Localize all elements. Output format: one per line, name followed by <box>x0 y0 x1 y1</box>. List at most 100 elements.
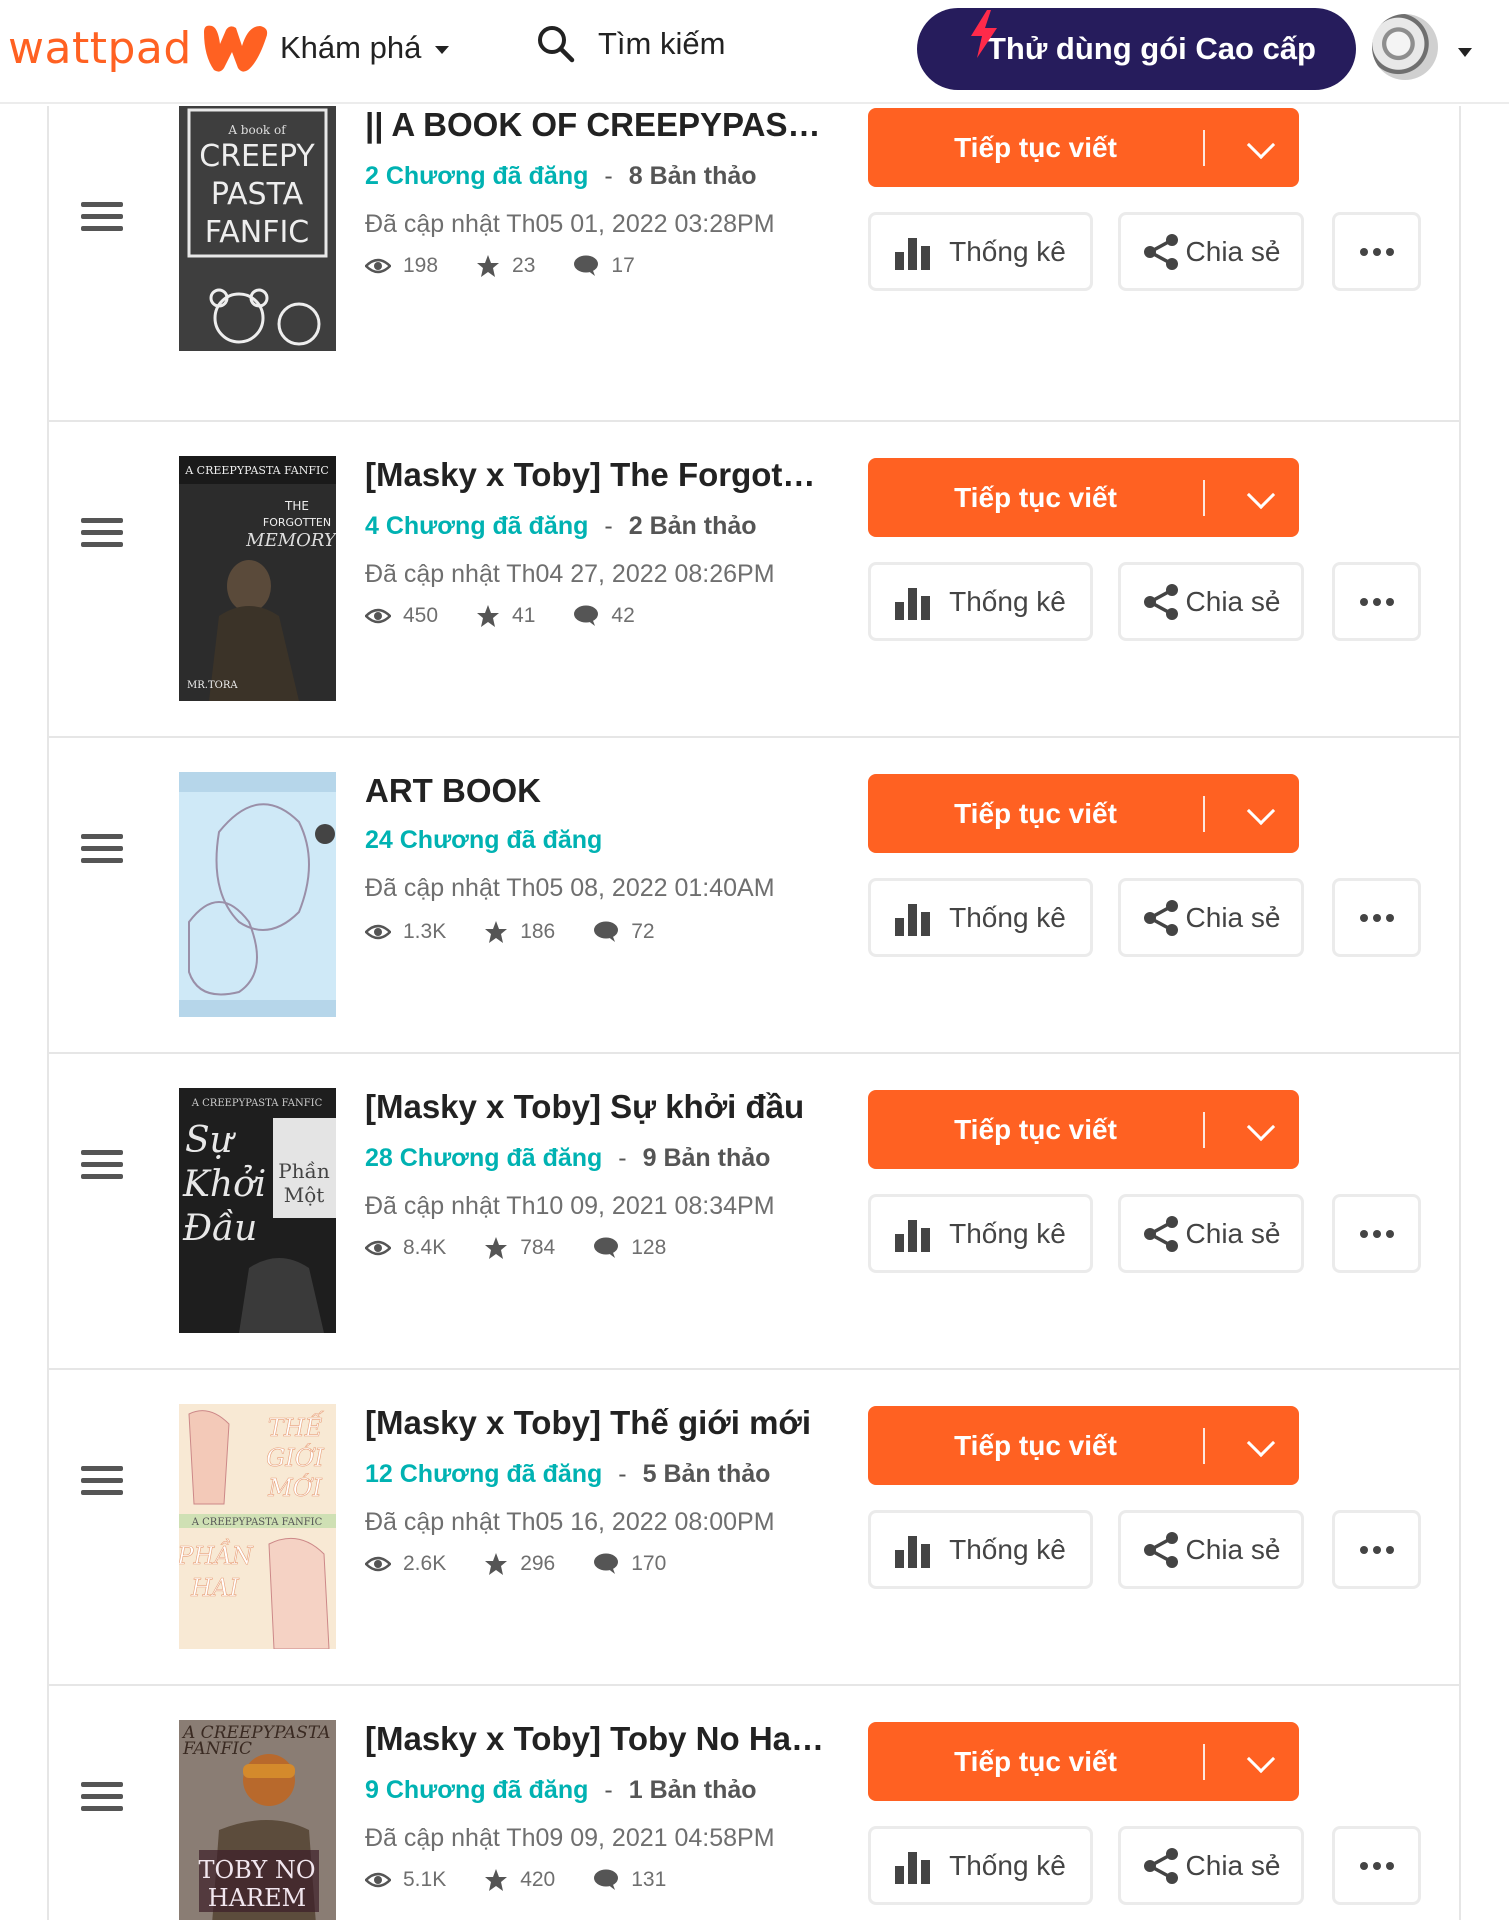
story-cover[interactable]: A CREEPYPASTA FANFIC Sự Khởi Đầu Phần Mộ… <box>179 1088 336 1333</box>
continue-writing-button[interactable]: Tiếp tục viết <box>868 1090 1299 1169</box>
my-stories-list: A book of CREEPY PASTA FANFIC || A BOOK … <box>47 106 1461 1920</box>
comments-stat: 42 <box>573 604 635 628</box>
share-button[interactable]: Chia sẻ <box>1118 562 1304 641</box>
stats-button[interactable]: Thống kê <box>868 1510 1093 1589</box>
story-title[interactable]: [Masky x Toby] Thế giới mới <box>365 1404 825 1442</box>
story-title[interactable]: ART BOOK <box>365 772 825 810</box>
comments-stat: 17 <box>573 254 635 278</box>
parts-line: 2 Chương đã đăng - 8 Bản thảo <box>365 162 757 191</box>
published-count: 9 Chương đã đăng <box>365 1776 589 1804</box>
story-title[interactable]: [Masky x Toby] Toby No Harem <box>365 1720 825 1758</box>
comments-stat: 72 <box>593 920 655 944</box>
story-stats: 198 23 17 <box>365 254 635 278</box>
more-options-button[interactable] <box>1332 1826 1421 1905</box>
stats-label: Thống kê <box>949 901 1066 933</box>
published-count: 4 Chương đã đăng <box>365 512 589 540</box>
story-stats: 1.3K 186 72 <box>365 920 655 944</box>
discover-menu[interactable]: Khám phá <box>280 30 450 66</box>
svg-text:HAI: HAI <box>190 1574 239 1602</box>
comment-icon <box>594 1869 619 1890</box>
more-options-button[interactable] <box>1332 878 1421 957</box>
story-cover[interactable]: A CREEPYPASTA FANFIC THE FORGOTTEN MEMOR… <box>179 456 336 701</box>
share-button[interactable]: Chia sẻ <box>1118 1194 1304 1273</box>
continue-writing-button[interactable]: Tiếp tục viết <box>868 774 1299 853</box>
more-dots-icon <box>1359 247 1368 256</box>
more-options-button[interactable] <box>1332 1194 1421 1273</box>
more-dots-icon <box>1359 1545 1368 1554</box>
share-button[interactable]: Chia sẻ <box>1118 1826 1304 1905</box>
eye-icon <box>365 1872 391 1888</box>
story-title[interactable]: [Masky x Toby] Sự khởi đầu <box>365 1088 825 1126</box>
share-button[interactable]: Chia sẻ <box>1118 878 1304 957</box>
separator-dash: - <box>604 1776 613 1804</box>
parts-line: 9 Chương đã đăng - 1 Bản thảo <box>365 1776 757 1805</box>
drag-handle-icon[interactable] <box>81 834 123 864</box>
avatar[interactable] <box>1372 14 1438 80</box>
stats-button[interactable]: Thống kê <box>868 878 1093 957</box>
svg-text:FORGOTTEN: FORGOTTEN <box>263 516 331 529</box>
reads-stat: 1.3K <box>365 920 446 944</box>
story-cover[interactable]: A book of CREEPY PASTA FANFIC <box>179 106 336 351</box>
drag-handle-icon[interactable] <box>81 518 123 548</box>
published-count: 2 Chương đã đăng <box>365 162 589 190</box>
story-cover[interactable] <box>179 772 336 1017</box>
svg-text:A CREEPYPASTA FANFIC: A CREEPYPASTA FANFIC <box>184 464 329 477</box>
reads-stat: 450 <box>365 604 438 628</box>
search-field[interactable]: Tìm kiếm <box>536 24 725 64</box>
votes-count: 23 <box>512 254 536 277</box>
more-options-button[interactable] <box>1332 212 1421 291</box>
continue-writing-button[interactable]: Tiếp tục viết <box>868 1406 1299 1485</box>
votes-stat: 784 <box>484 1236 555 1260</box>
stats-button[interactable]: Thống kê <box>868 212 1093 291</box>
profile-chevron-down-icon[interactable] <box>1458 48 1472 57</box>
comments-count: 72 <box>631 920 655 943</box>
continue-writing-button[interactable]: Tiếp tục viết <box>868 1722 1299 1801</box>
parts-line: 12 Chương đã đăng - 5 Bản thảo <box>365 1460 770 1489</box>
chevron-down-icon[interactable] <box>1246 130 1276 160</box>
svg-text:Một: Một <box>284 1183 325 1207</box>
svg-text:TOBY NO: TOBY NO <box>198 1856 315 1884</box>
reads-stat: 198 <box>365 254 438 278</box>
button-divider <box>1203 130 1205 166</box>
more-options-button[interactable] <box>1332 562 1421 641</box>
drafts-count: 2 Bản thảo <box>628 512 757 540</box>
star-icon <box>477 605 500 627</box>
continue-writing-button[interactable]: Tiếp tục viết <box>868 458 1299 537</box>
stats-button[interactable]: Thống kê <box>868 562 1093 641</box>
continue-writing-label: Tiếp tục viết <box>954 482 1117 513</box>
drag-handle-icon[interactable] <box>81 1466 123 1496</box>
story-title[interactable]: || A BOOK OF CREEPYPASTA FANFIC || <box>365 106 825 144</box>
share-button[interactable]: Chia sẻ <box>1118 1510 1304 1589</box>
reads-count: 8.4K <box>403 1236 447 1259</box>
svg-text:A CREEPYPASTA FANFIC: A CREEPYPASTA FANFIC <box>191 1517 323 1528</box>
stats-button[interactable]: Thống kê <box>868 1194 1093 1273</box>
story-title[interactable]: [Masky x Toby] The Forgotten Memory <box>365 456 825 494</box>
story-cover[interactable]: THẾ GIỚI MỚI A CREEPYPASTA FANFIC PHẦN H… <box>179 1404 336 1649</box>
votes-stat: 23 <box>476 254 535 278</box>
story-stats: 450 41 42 <box>365 604 635 628</box>
chevron-down-icon[interactable] <box>1246 796 1276 826</box>
comment-icon <box>594 1237 619 1258</box>
continue-writing-label: Tiếp tục viết <box>954 798 1117 829</box>
chevron-down-icon[interactable] <box>1246 480 1276 510</box>
chevron-down-icon[interactable] <box>1246 1428 1276 1458</box>
wattpad-logo[interactable]: wattpad <box>8 22 272 74</box>
continue-writing-label: Tiếp tục viết <box>954 1430 1117 1461</box>
chevron-down-icon[interactable] <box>1246 1112 1276 1142</box>
more-options-button[interactable] <box>1332 1510 1421 1589</box>
drag-handle-icon[interactable] <box>81 202 123 232</box>
chevron-down-icon[interactable] <box>1246 1744 1276 1774</box>
svg-text:HAREM: HAREM <box>208 1884 306 1912</box>
drag-handle-icon[interactable] <box>81 1150 123 1180</box>
share-button[interactable]: Chia sẻ <box>1118 212 1304 291</box>
discover-label: Khám phá <box>280 30 422 65</box>
eye-icon <box>365 608 391 624</box>
chevron-down-icon <box>435 46 450 54</box>
drag-handle-icon[interactable] <box>81 1782 123 1812</box>
continue-writing-button[interactable]: Tiếp tục viết <box>868 108 1299 187</box>
search-icon <box>538 26 575 63</box>
story-cover[interactable]: A CREEPYPASTA FANFIC TOBY NO HAREM <box>179 1720 336 1920</box>
stats-button[interactable]: Thống kê <box>868 1826 1093 1905</box>
try-premium-button[interactable]: Thử dùng gói Cao cấp <box>917 8 1356 90</box>
star-icon <box>485 1237 508 1259</box>
